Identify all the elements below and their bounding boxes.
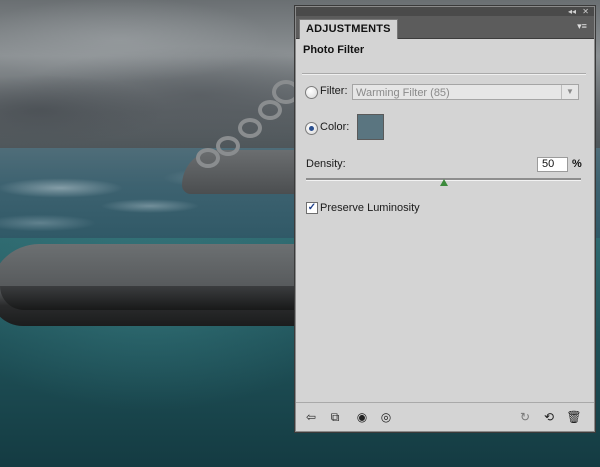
shoe-lace-loop (258, 100, 282, 120)
panel-tabbar: ADJUSTMENTS ▾≡ (296, 16, 594, 39)
view-previous-icon[interactable]: ↻ (517, 410, 533, 424)
color-label: Color: (320, 121, 350, 133)
density-unit: % (572, 158, 582, 170)
tab-adjustments[interactable]: ADJUSTMENTS (299, 19, 398, 39)
shoe-sole (0, 244, 300, 326)
reset-icon[interactable]: ⟲ (541, 410, 557, 424)
filter-label: Filter: (320, 85, 348, 97)
clip-to-layer-icon[interactable]: ⧉ (327, 410, 343, 424)
back-arrow-icon[interactable]: ⇦ (303, 410, 319, 424)
adjustment-title: Photo Filter (303, 44, 365, 56)
shoe-sole-rim (0, 286, 300, 310)
density-label: Density: (306, 158, 346, 170)
shoe-lace-loop (216, 136, 240, 156)
preserve-luminosity-label: Preserve Luminosity (320, 202, 420, 214)
preserve-luminosity-checkbox[interactable]: ✓ (306, 202, 318, 214)
filter-select-value: Warming Filter (85) (356, 87, 450, 99)
chevron-down-icon[interactable]: ▼ (561, 85, 578, 99)
adjustments-panel: ◂◂ ✕ ADJUSTMENTS ▾≡ Photo Filter Filter:… (295, 6, 595, 432)
footer-divider (296, 402, 594, 403)
divider (302, 73, 586, 75)
shoe-lace-loop (238, 118, 262, 138)
collapse-icon[interactable]: ◂◂ (568, 7, 576, 16)
filter-select[interactable]: Warming Filter (85) ▼ (352, 84, 579, 100)
close-icon[interactable]: ✕ (582, 7, 589, 16)
density-input[interactable]: 50 (537, 157, 568, 172)
panel-titlebar: ◂◂ ✕ (296, 7, 594, 16)
shoe-lace-loop (196, 148, 220, 168)
visibility-toggle-icon[interactable]: ◉ (354, 410, 370, 424)
color-radio[interactable] (305, 122, 318, 135)
eye-icon[interactable]: ◎ (378, 410, 394, 424)
color-swatch[interactable] (357, 114, 384, 140)
density-slider-thumb[interactable] (439, 179, 448, 186)
panel-menu-icon[interactable]: ▾≡ (576, 21, 588, 32)
delete-icon[interactable]: 🗑 (566, 410, 582, 424)
filter-radio[interactable] (305, 86, 318, 99)
